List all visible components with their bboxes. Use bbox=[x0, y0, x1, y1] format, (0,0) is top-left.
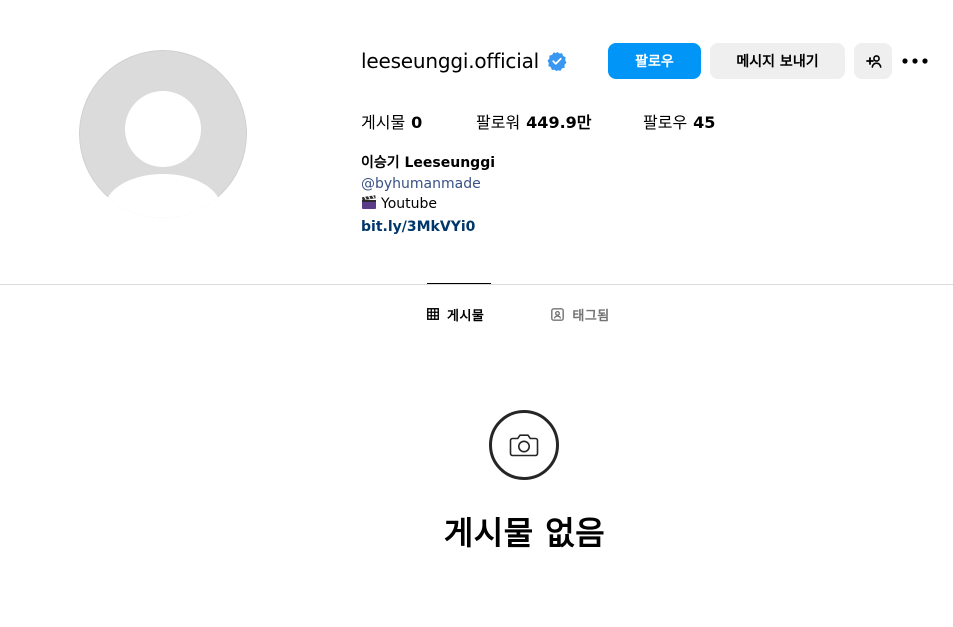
verified-badge-icon bbox=[547, 51, 567, 71]
empty-state-title-text: 게시물 없음 bbox=[443, 514, 606, 552]
add-person-icon bbox=[866, 55, 882, 68]
following-value: 45 bbox=[693, 113, 716, 132]
follow-button[interactable]: 팔로우 bbox=[608, 43, 701, 79]
clapper-board-icon bbox=[361, 195, 377, 217]
tab-posts[interactable]: 게시물 bbox=[427, 305, 484, 324]
default-avatar-icon bbox=[79, 50, 247, 218]
posts-count: 게시물 0 bbox=[361, 109, 476, 133]
following-count[interactable]: 팔로우 45 bbox=[643, 109, 715, 133]
tab-posts-label: 게시물 bbox=[447, 308, 485, 324]
full-name: 이승기 Leeseunggi bbox=[361, 155, 496, 171]
following-label: 팔로우 bbox=[643, 113, 688, 132]
suggest-users-button[interactable] bbox=[854, 43, 892, 79]
bio-youtube-line: Youtube bbox=[361, 194, 495, 217]
profile-stats: 게시물 0 팔로워 449.9만 팔로우 45 bbox=[361, 109, 715, 133]
bio-youtube-text: Youtube bbox=[381, 196, 437, 212]
profile-page: leeseunggi.official 팔로우 메시지 보내기 게시물 0 팔로… bbox=[0, 0, 953, 627]
empty-state-camera bbox=[489, 410, 559, 480]
send-message-button[interactable]: 메시지 보내기 bbox=[710, 43, 845, 79]
posts-value: 0 bbox=[411, 113, 423, 132]
profile-tabs: 게시물 태그됨 bbox=[427, 304, 610, 324]
more-options-icon[interactable] bbox=[901, 48, 929, 74]
tabs-divider bbox=[0, 284, 953, 285]
bio-mention-link[interactable]: @byhumanmade bbox=[361, 174, 495, 195]
followers-count[interactable]: 팔로워 449.9만 bbox=[476, 109, 643, 133]
bio-external-link[interactable]: bit.ly/3MkVYi0 bbox=[361, 217, 495, 238]
profile-header-row: leeseunggi.official 팔로우 메시지 보내기 bbox=[361, 43, 892, 79]
active-tab-indicator bbox=[427, 283, 491, 284]
empty-state-title: 게시물 없음 bbox=[0, 508, 953, 554]
profile-avatar[interactable] bbox=[79, 50, 247, 218]
tagged-person-icon bbox=[551, 307, 565, 321]
posts-label: 게시물 bbox=[361, 113, 406, 132]
grid-icon bbox=[427, 308, 439, 320]
followers-value: 449.9만 bbox=[526, 113, 592, 132]
profile-bio: 이승기 Leeseunggi @byhumanmade Youtube bit.… bbox=[361, 153, 495, 237]
username: leeseunggi.official bbox=[361, 49, 539, 73]
tab-tagged-label: 태그됨 bbox=[572, 308, 610, 324]
camera-icon bbox=[509, 434, 539, 457]
tab-tagged[interactable]: 태그됨 bbox=[551, 305, 609, 324]
followers-label: 팔로워 bbox=[476, 113, 521, 132]
